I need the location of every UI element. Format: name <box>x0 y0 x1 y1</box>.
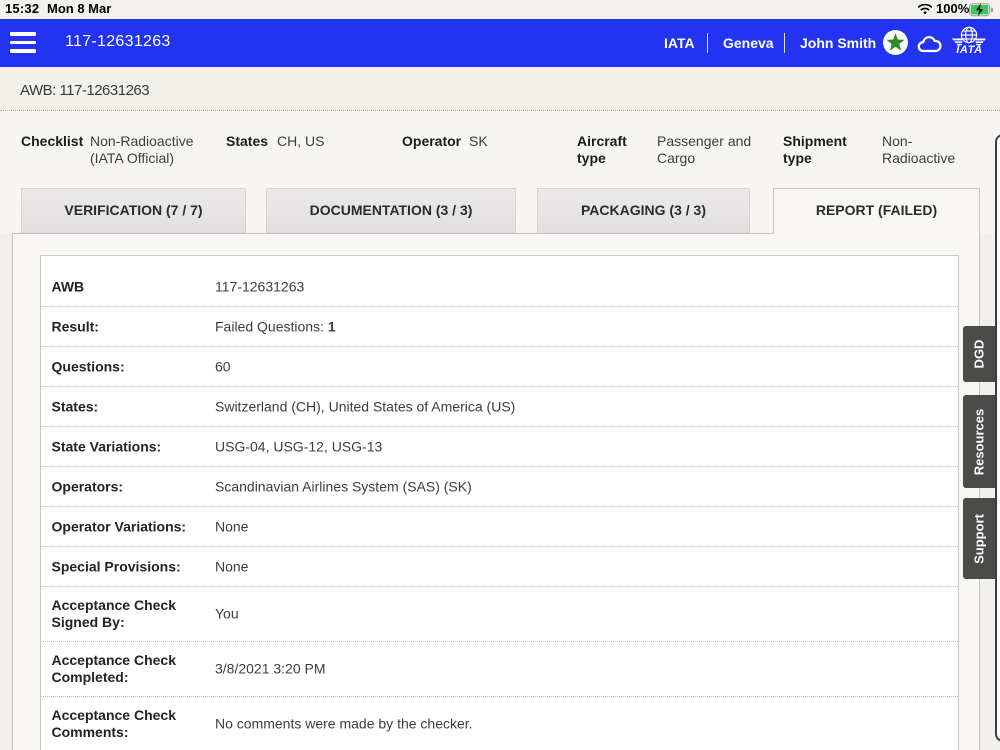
svg-text:IATA: IATA <box>956 44 982 56</box>
